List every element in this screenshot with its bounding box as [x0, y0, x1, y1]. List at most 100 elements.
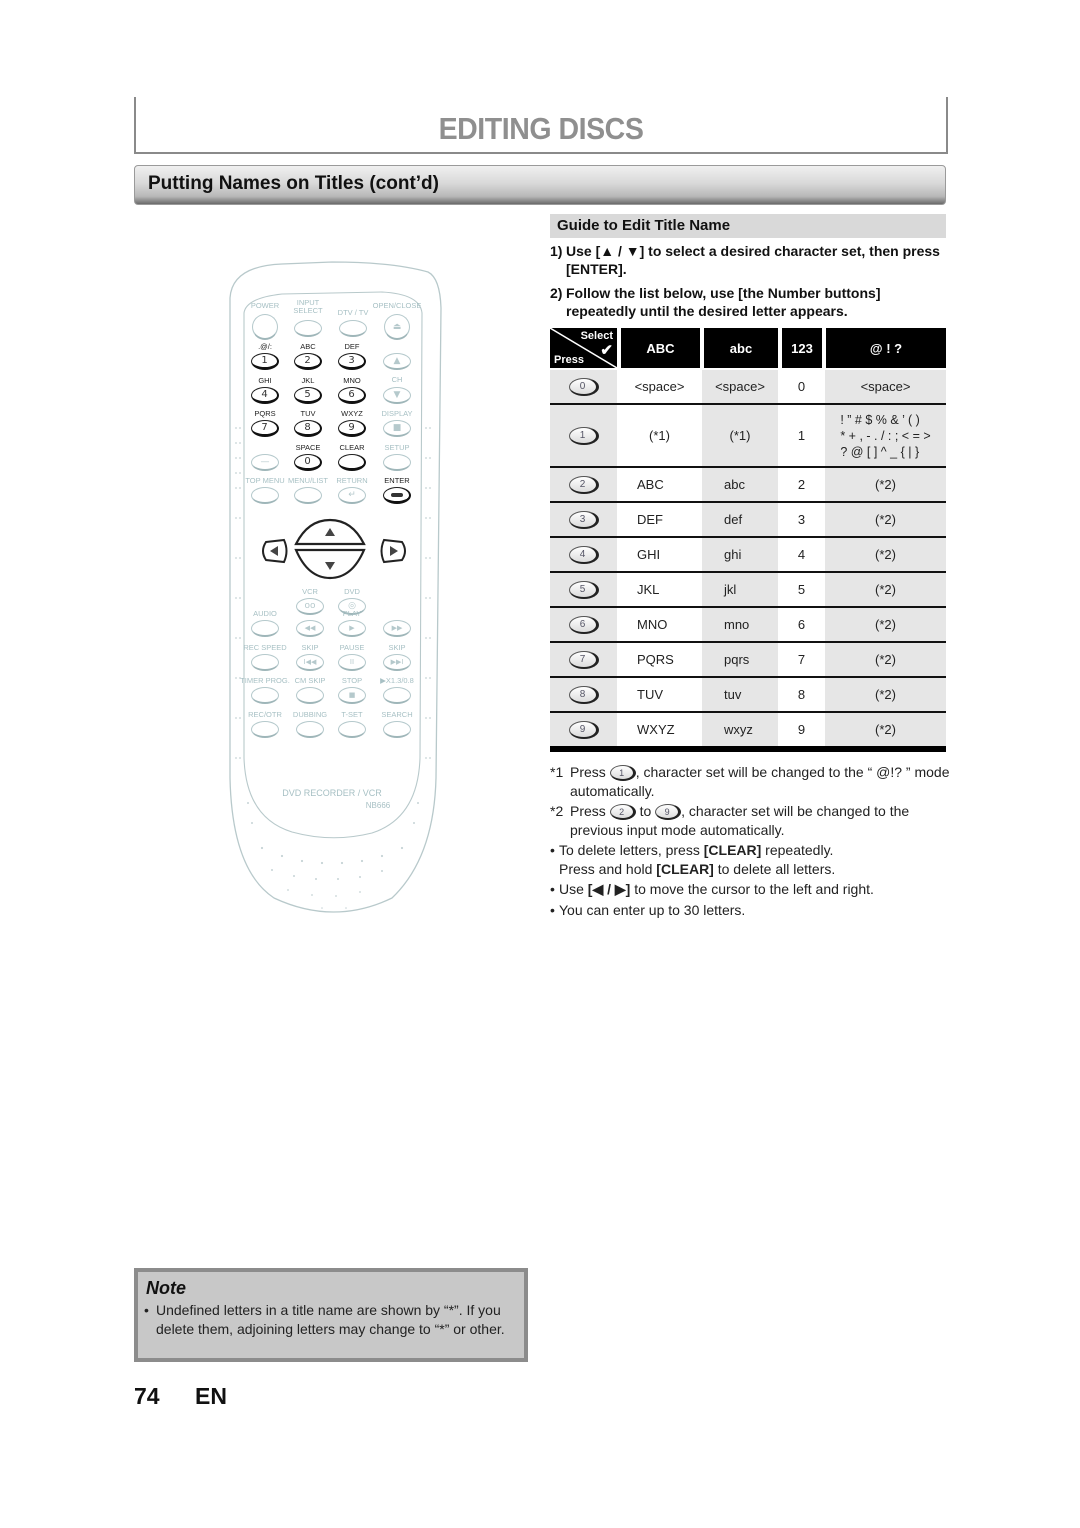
- note-body: • Undefined letters in a title name are …: [144, 1301, 524, 1338]
- lowercase-cell: wxyz: [702, 713, 778, 746]
- key-6-label: MNO: [343, 376, 361, 385]
- lowercase-cell: tuv: [702, 678, 778, 711]
- transport-button: [338, 721, 366, 738]
- chapter-header: EDITING DISCS: [134, 97, 948, 154]
- symbol-value: (*2): [875, 652, 896, 667]
- uppercase-cell: (*1): [617, 405, 702, 466]
- step-number: 1): [550, 243, 563, 259]
- transport-label: SEARCH: [381, 710, 413, 719]
- step-number: 2): [550, 285, 563, 301]
- setup-button: [383, 454, 411, 471]
- table-row: 7 PQRS pqrs 7 (*2): [550, 643, 946, 678]
- vcr-button: oo: [296, 598, 324, 615]
- checkmark-icon: ✔: [600, 342, 613, 359]
- bullet-clear: • To delete letters, press [CLEAR] repea…: [550, 841, 950, 878]
- symbol-line: ! ” # $ % & ’ ( ): [840, 412, 920, 427]
- bullet-text: to move the cursor to the left and right…: [630, 881, 874, 897]
- number-cell: 3: [778, 503, 825, 536]
- number-key-icon: 4: [568, 545, 599, 564]
- bullet-mark: •: [144, 1302, 149, 1318]
- lowercase-cell: abc: [702, 468, 778, 501]
- key-6-button: 6: [338, 387, 366, 404]
- key-8-button: 8: [294, 420, 322, 437]
- transport-button: I◀◀: [296, 654, 324, 671]
- enter-button: [383, 487, 411, 504]
- uppercase-cell: DEF: [617, 503, 702, 536]
- number-key-icon: 2: [568, 475, 599, 494]
- transport-label: CM SKIP: [294, 676, 326, 685]
- bullet-max-letters: • You can enter up to 30 letters.: [550, 901, 950, 920]
- key-2-label: ABC: [300, 342, 316, 351]
- uppercase-cell: PQRS: [617, 643, 702, 676]
- menu-list-label: MENU/LIST: [287, 476, 329, 485]
- press-key-cell: 7: [550, 643, 617, 676]
- step-text: Use [▲ / ▼] to select a desired characte…: [566, 243, 940, 277]
- transport-label: PAUSE: [339, 643, 365, 652]
- bullet-text: Use: [559, 881, 588, 897]
- symbol-cell: (*2): [825, 608, 946, 641]
- uppercase-cell: JKL: [617, 573, 702, 606]
- press-key-cell: 6: [550, 608, 617, 641]
- key-2-button: 2: [294, 353, 322, 370]
- symbol-value: (*2): [875, 547, 896, 562]
- note-title: Note: [146, 1278, 186, 1298]
- return-label: RETURN: [336, 476, 368, 485]
- symbol-value: (*2): [875, 722, 896, 737]
- header-corner: Select ✔ Press: [550, 328, 617, 368]
- dtv-tv-button: [339, 320, 367, 337]
- uppercase-cell: TUV: [617, 678, 702, 711]
- key-3-button: 3: [338, 353, 366, 370]
- direction-pad: [262, 518, 406, 580]
- table-row: 1 (*1) (*1) 1! ” # $ % & ’ ( ) * + , - . / :…: [550, 405, 946, 468]
- transport-button: [383, 687, 411, 704]
- key-5-label: JKL: [301, 376, 315, 385]
- symbol-cell: (*2): [825, 503, 946, 536]
- symbol-cell: (*2): [825, 678, 946, 711]
- bullet-text: to delete all letters.: [713, 860, 836, 877]
- key-2-icon: 2: [609, 804, 636, 821]
- section-header-bar: Putting Names on Titles (cont’d): [134, 165, 946, 205]
- symbol-cell: (*2): [825, 643, 946, 676]
- footnote-text: Press: [570, 764, 606, 780]
- bullet-mark: •: [550, 881, 555, 897]
- transport-label: TIMER PROG.: [240, 676, 290, 685]
- transport-label: T-SET: [341, 710, 363, 719]
- return-button: ↵: [338, 487, 366, 504]
- character-set-table: Select ✔ Press ABC abc 123 @ ! ? 0 <space…: [550, 328, 946, 752]
- transport-button: II: [338, 654, 366, 671]
- column-header-uppercase: ABC: [621, 328, 700, 368]
- clear-button: [338, 454, 366, 471]
- page-number: 74: [134, 1383, 160, 1409]
- open-close-button: ⏏: [384, 314, 410, 340]
- note-text: Undefined letters in a title name are sh…: [156, 1302, 505, 1337]
- uppercase-cell: MNO: [617, 608, 702, 641]
- number-key-icon: 3: [568, 510, 599, 529]
- symbol-list: ! ” # $ % & ’ ( ) * + , - . / : ; < = >? …: [840, 412, 930, 460]
- number-key-icon: 5: [568, 580, 599, 599]
- key-9-icon: 9: [655, 804, 682, 821]
- transport-label: REC/OTR: [248, 710, 282, 719]
- column-header-lowercase: abc: [704, 328, 778, 368]
- footnote-mark: *2: [550, 803, 564, 819]
- lowercase-cell: <space>: [702, 370, 778, 403]
- cassette-icon: oo: [304, 601, 316, 611]
- step-text: Follow the list below, use [the Number b…: [566, 285, 881, 319]
- press-label: Press: [554, 354, 584, 366]
- footnote-1: *1 Press 1, character set will be change…: [550, 763, 950, 800]
- key-3-label: DEF: [344, 342, 360, 351]
- bullet-key-text: [◀ / ▶]: [587, 881, 631, 897]
- press-key-cell: 2: [550, 468, 617, 501]
- menu-list-button: [294, 487, 322, 504]
- key-1-icon: 1: [609, 765, 636, 782]
- symbol-value: (*2): [875, 477, 896, 492]
- transport-button: [296, 721, 324, 738]
- table-row: 0 <space> <space> 0 <space>: [550, 370, 946, 405]
- column-header-numbers: 123: [782, 328, 822, 368]
- table-row: 4 GHI ghi 4 (*2): [550, 538, 946, 573]
- number-cell: 2: [778, 468, 825, 501]
- open-close-label: OPEN/CLOSE: [372, 301, 422, 310]
- top-menu-label: TOP MENU: [245, 476, 285, 485]
- number-cell: 1: [778, 405, 825, 466]
- transport-label: PLAY: [342, 609, 362, 618]
- step-2: 2) Follow the list below, use [the Numbe…: [550, 284, 950, 320]
